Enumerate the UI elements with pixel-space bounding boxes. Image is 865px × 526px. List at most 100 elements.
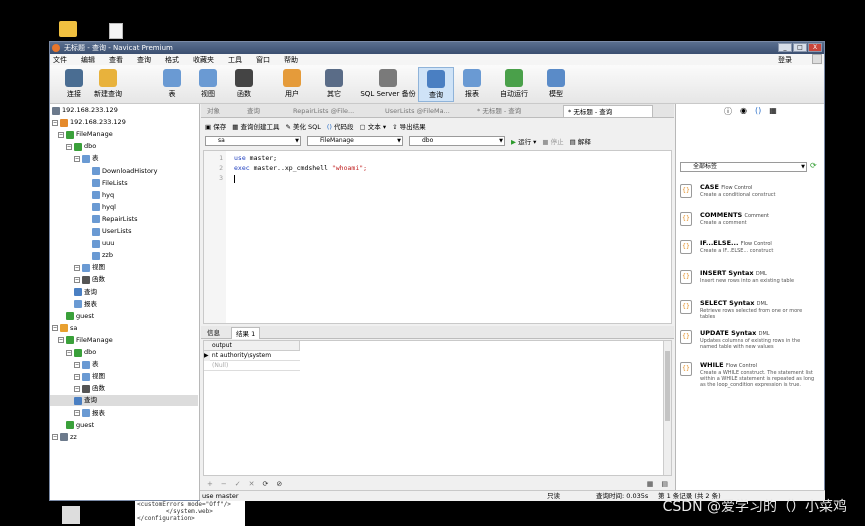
form-view-icon[interactable]: ▤ bbox=[661, 480, 668, 488]
toolbar-schedule-button[interactable]: 自动运行 bbox=[496, 67, 532, 102]
tree-item[interactable]: − 视图 bbox=[50, 371, 198, 382]
info-icon[interactable]: ⓘ bbox=[724, 106, 732, 117]
tree-item[interactable]: 查询 bbox=[50, 395, 198, 407]
toolbar-table-button[interactable]: 表 bbox=[154, 67, 190, 102]
vertical-scrollbar[interactable] bbox=[663, 341, 671, 475]
query-builder-button[interactable]: ▦ 查询创建工具 bbox=[232, 121, 279, 131]
menu-tools[interactable]: 工具 bbox=[228, 55, 242, 65]
expand-toggle-icon[interactable]: − bbox=[66, 349, 72, 356]
tree-item[interactable]: 192.168.233.129 bbox=[50, 105, 198, 116]
sql-editor[interactable]: 1 2 3 use master; exec master..xp_cmdshell … bbox=[203, 150, 672, 324]
toolbar-connect-button[interactable]: 连接 bbox=[56, 67, 92, 102]
expand-toggle-icon[interactable]: − bbox=[74, 361, 80, 368]
toolbar-function-button[interactable]: 函数 bbox=[226, 67, 262, 102]
tab-document[interactable]: UserLists @FileMa... bbox=[381, 105, 471, 117]
export-result-button[interactable]: ⇪ 导出结果 bbox=[392, 121, 426, 131]
tab-document[interactable]: RepairLists @File... bbox=[289, 105, 379, 117]
tree-item[interactable]: zzb bbox=[50, 250, 198, 261]
expand-toggle-icon[interactable]: − bbox=[74, 264, 80, 271]
expand-toggle-icon[interactable]: − bbox=[74, 373, 80, 380]
table-row[interactable]: (Null) bbox=[204, 361, 300, 371]
tab-info[interactable]: 信息 bbox=[203, 327, 224, 339]
folder-icon[interactable] bbox=[59, 21, 77, 37]
tree-item[interactable]: uuu bbox=[50, 238, 198, 249]
expand-toggle-icon[interactable]: − bbox=[74, 155, 80, 162]
code-line[interactable]: use master; bbox=[234, 153, 367, 163]
expand-toggle-icon[interactable]: − bbox=[66, 143, 72, 150]
snippet-item[interactable]: {} UPDATE Syntax DML Updates columns of ex… bbox=[680, 330, 821, 358]
cancel-icon[interactable]: ✕ bbox=[249, 480, 255, 488]
expand-toggle-icon[interactable]: − bbox=[74, 385, 80, 392]
menu-help[interactable]: 帮助 bbox=[284, 55, 298, 65]
login-link[interactable]: 登录 bbox=[778, 55, 792, 65]
expand-toggle-icon[interactable]: − bbox=[58, 131, 64, 138]
snippet-item[interactable]: {} COMMENTS Comment Create a comment bbox=[680, 212, 821, 240]
menu-query[interactable]: 查询 bbox=[137, 55, 151, 65]
calendar-icon[interactable]: ▦ bbox=[769, 106, 777, 117]
tree-item[interactable]: − 报表 bbox=[50, 408, 198, 419]
toolbar-new-query-button[interactable]: 新建查询 bbox=[90, 67, 126, 102]
snippet-icon[interactable]: () bbox=[755, 106, 761, 117]
tree-item[interactable]: UserLists bbox=[50, 226, 198, 237]
expand-toggle-icon[interactable]: − bbox=[74, 410, 80, 416]
snippet-item[interactable]: {} WHILE Flow Control Create a WHILE const… bbox=[680, 362, 821, 390]
tree-item[interactable]: guest bbox=[50, 311, 198, 322]
menu-file[interactable]: 文件 bbox=[53, 55, 67, 65]
tree-item[interactable]: − 视图 bbox=[50, 262, 198, 273]
tree-item[interactable]: DownloadHistory bbox=[50, 166, 198, 177]
maximize-button[interactable]: □ bbox=[793, 43, 807, 52]
tab-document[interactable]: 查询 bbox=[243, 105, 287, 117]
refresh-icon[interactable]: ⟳ bbox=[263, 480, 269, 488]
toolbar-tools-button[interactable]: 其它 bbox=[316, 67, 352, 102]
run-button[interactable]: ▶ 运行 ▾ bbox=[511, 136, 536, 146]
snippet-item[interactable]: {} CASE Flow Control Create a conditional … bbox=[680, 184, 821, 212]
menu-window[interactable]: 窗口 bbox=[256, 55, 270, 65]
avatar[interactable] bbox=[812, 54, 822, 64]
document-icon[interactable] bbox=[109, 23, 123, 39]
tree-item[interactable]: − 函数 bbox=[50, 274, 198, 285]
add-row-icon[interactable]: + bbox=[207, 480, 213, 488]
grid-cell[interactable]: (Null) bbox=[212, 362, 228, 369]
database-select[interactable]: FileManage bbox=[307, 136, 403, 146]
toolbar-user-button[interactable]: 用户 bbox=[274, 67, 310, 102]
code-line[interactable] bbox=[234, 173, 367, 183]
toolbar-query-button[interactable]: 查询 bbox=[418, 67, 454, 102]
minimize-button[interactable]: _ bbox=[778, 43, 792, 52]
snippet-item[interactable]: {} INSERT Syntax DML Insert new rows into … bbox=[680, 270, 821, 298]
tree-item[interactable]: 查询 bbox=[50, 287, 198, 298]
column-output[interactable]: output bbox=[212, 342, 232, 349]
refresh-snippets-icon[interactable]: ⟳ bbox=[810, 161, 817, 170]
tree-item[interactable]: − FileManage bbox=[50, 335, 198, 346]
tree-item[interactable]: − dbo bbox=[50, 141, 198, 152]
delete-row-icon[interactable]: − bbox=[221, 480, 227, 488]
tree-item[interactable]: guest bbox=[50, 420, 198, 431]
tree-item[interactable]: − dbo bbox=[50, 347, 198, 358]
snippet-item[interactable]: {} IF...ELSE... Flow Control Create a IF..… bbox=[680, 240, 821, 268]
schema-select[interactable]: dbo bbox=[409, 136, 505, 146]
snippet-item[interactable]: {} SELECT Syntax DML Retrieve rows selecte… bbox=[680, 300, 821, 328]
tree-item[interactable]: − 函数 bbox=[50, 383, 198, 394]
grid-cell[interactable]: nt authority\system bbox=[211, 352, 272, 359]
tag-filter-select[interactable]: 全部标签 bbox=[680, 162, 807, 172]
tree-item[interactable]: − FileManage bbox=[50, 129, 198, 140]
preview-icon[interactable]: ◉ bbox=[740, 106, 747, 117]
menu-edit[interactable]: 编辑 bbox=[81, 55, 95, 65]
expand-toggle-icon[interactable]: − bbox=[52, 325, 58, 332]
tree-item[interactable]: − zz bbox=[50, 432, 198, 443]
close-button[interactable]: X bbox=[808, 43, 822, 52]
tree-item[interactable]: − 192.168.233.129 bbox=[50, 117, 198, 128]
apply-icon[interactable]: ✓ bbox=[235, 480, 241, 488]
toolbar-view-button[interactable]: 视图 bbox=[190, 67, 226, 102]
tree-item[interactable]: hyql bbox=[50, 202, 198, 213]
menu-view[interactable]: 查看 bbox=[109, 55, 123, 65]
sql-code[interactable]: use master; exec master..xp_cmdshell "who… bbox=[234, 153, 367, 183]
menu-format[interactable]: 格式 bbox=[165, 55, 179, 65]
stop-icon[interactable]: ⊘ bbox=[276, 480, 282, 488]
code-snippet-button[interactable]: () 代码段 bbox=[327, 121, 354, 131]
tab-document[interactable]: * 无标题 - 查询 bbox=[563, 105, 653, 117]
explain-button[interactable]: ▤ 解释 bbox=[570, 136, 591, 146]
menu-favorites[interactable]: 收藏夹 bbox=[193, 55, 214, 65]
toolbar-backup-button[interactable]: SQL Server 备份 bbox=[360, 67, 416, 102]
code-line[interactable]: exec master..xp_cmdshell "whoami"; bbox=[234, 163, 367, 173]
tree-item[interactable]: FileLists bbox=[50, 178, 198, 189]
